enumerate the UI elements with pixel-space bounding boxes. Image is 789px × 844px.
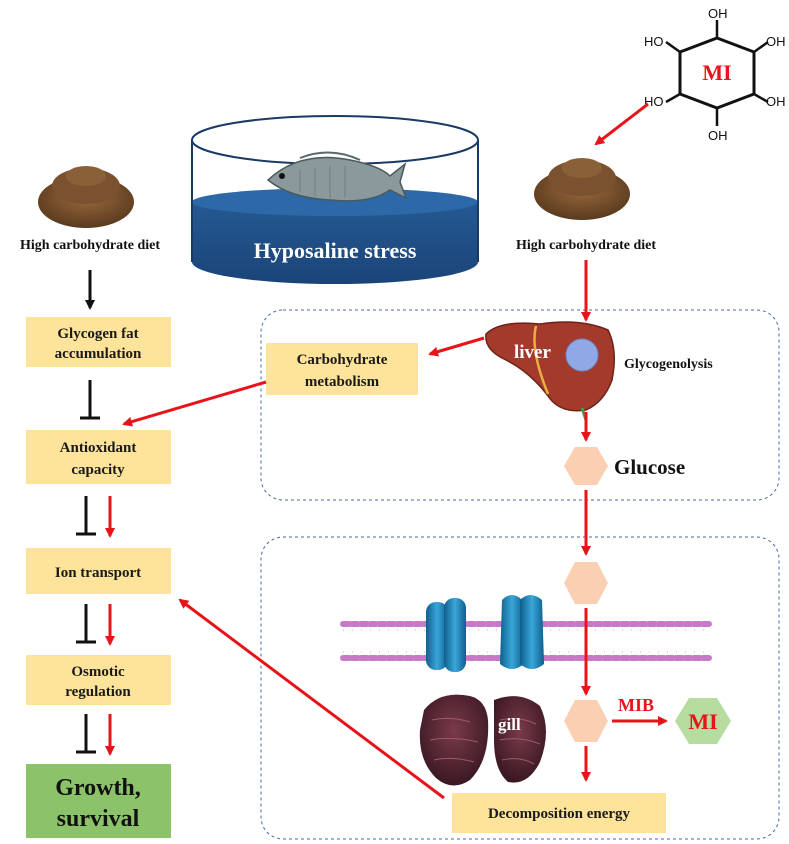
- inhibitor-antioxidant-ion: [76, 496, 96, 536]
- decomposition-label: Decomposition energy: [488, 806, 631, 822]
- growth-line1: Growth,: [55, 775, 141, 801]
- pathway-diagram: OH HO OH HO OH OH MI High carbohydrate d…: [20, 6, 786, 840]
- hydroxyl-upper-left: HO: [644, 34, 664, 49]
- glycogen-line1: Glycogen fat: [57, 326, 138, 342]
- glucose-label: Glucose: [614, 455, 685, 479]
- ion-transport-label: Ion transport: [55, 565, 141, 581]
- ion-channel-right: [500, 595, 544, 669]
- hydroxyl-lower-right: OH: [766, 94, 786, 109]
- hydroxyl-bottom: OH: [708, 128, 728, 143]
- feed-pellets-left: [38, 166, 134, 228]
- left-diet-label: High carbohydrate diet: [20, 238, 160, 253]
- antioxidant-line1: Antioxidant: [60, 440, 137, 456]
- liver-label: liver: [514, 342, 551, 363]
- mi-product-label: MI: [688, 709, 717, 734]
- gill-organ: [419, 694, 546, 786]
- glucose-hexagon-gill: [564, 700, 608, 742]
- arrow-mi-to-diet: [594, 102, 649, 146]
- feed-pellets-right: [534, 158, 630, 220]
- gill-label: gill: [498, 715, 521, 734]
- arrow-energy-to-ion: [178, 598, 445, 800]
- carb-line2: metabolism: [305, 374, 380, 390]
- hydroxyl-top: OH: [708, 6, 728, 21]
- inhibitor-ion-osmotic: [76, 604, 96, 644]
- osmotic-line1: Osmotic: [71, 664, 125, 680]
- glycogen-line2: accumulation: [55, 346, 142, 362]
- glucose-hexagon: [564, 447, 608, 485]
- hydroxyl-lower-left: HO: [644, 94, 664, 109]
- hydroxyl-upper-right: OH: [766, 34, 786, 49]
- right-diet-label: High carbohydrate diet: [516, 238, 656, 253]
- hyposaline-stress-label: Hyposaline stress: [254, 238, 417, 263]
- antioxidant-line2: capacity: [71, 462, 125, 478]
- inhibitor-osmotic-growth: [76, 714, 96, 754]
- liver-organ: [485, 321, 615, 421]
- arrow-liver-to-carb: [428, 336, 485, 357]
- glycogenolysis-label: Glycogenolysis: [624, 357, 713, 372]
- ion-channel-left: [426, 598, 466, 672]
- arrow-carb-to-antioxidant: [122, 380, 267, 427]
- inhibitor-glycogen-antioxidant: [80, 380, 100, 420]
- mib-label: MIB: [618, 695, 654, 715]
- carb-line1: Carbohydrate: [297, 352, 388, 368]
- mi-molecule-label: MI: [702, 60, 731, 85]
- osmotic-line2: regulation: [65, 684, 131, 700]
- glucose-hexagon-cell: [564, 562, 608, 604]
- mi-molecule: OH HO OH HO OH OH MI: [644, 6, 786, 143]
- growth-line2: survival: [57, 806, 140, 832]
